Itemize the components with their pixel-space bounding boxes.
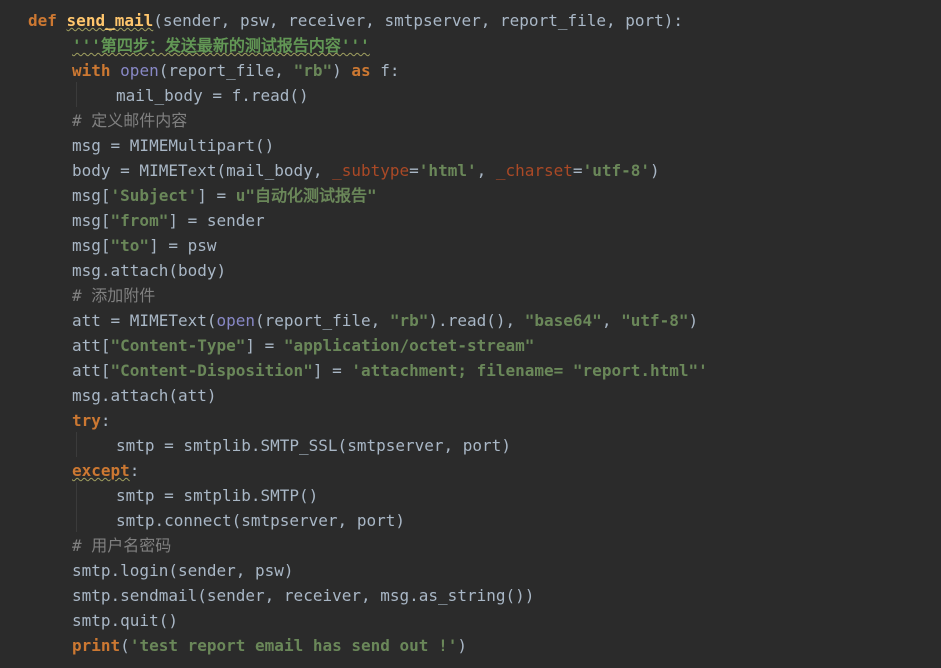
code-text: ,	[476, 161, 496, 180]
code-text: att[	[72, 336, 111, 355]
code-text: (report_file,	[158, 61, 294, 80]
code-line[interactable]: # 用户名密码	[0, 533, 941, 558]
code-text: )	[457, 636, 467, 655]
code-text: ] =	[197, 186, 236, 205]
code-line[interactable]: smtp.quit()	[0, 608, 941, 633]
code-line[interactable]: def send_mail(sender, psw, receiver, smt…	[0, 8, 941, 33]
code-line[interactable]: smtp.sendmail(sender, receiver, msg.as_s…	[0, 583, 941, 608]
code-line[interactable]: msg = MIMEMultipart()	[0, 133, 941, 158]
code-text: att[	[72, 361, 111, 380]
keyword-except: except	[72, 461, 130, 480]
string-literal: "base64"	[524, 311, 602, 330]
code-line[interactable]: msg["to"] = psw	[0, 233, 941, 258]
string-literal: "Content-Type"	[110, 336, 246, 355]
code-text: ).read(),	[428, 311, 525, 330]
comment: # 用户名密码	[72, 536, 172, 555]
builtin-open: open	[216, 311, 256, 330]
code-text: mail_body = f.read()	[116, 86, 309, 105]
code-line[interactable]: body = MIMEText(mail_body, _subtype='htm…	[0, 158, 941, 183]
code-text: body = MIMEText(mail_body,	[72, 161, 333, 180]
code-text: )	[650, 161, 660, 180]
code-line[interactable]: # 添加附件	[0, 283, 941, 308]
docstring: '''第四步：发送最新的测试报告内容'''	[72, 36, 370, 55]
keyword-print: print	[72, 636, 121, 655]
string-literal: "rb"	[293, 61, 333, 80]
code-text: smtp.quit()	[72, 611, 178, 630]
code-text: msg.attach(att)	[72, 386, 217, 405]
code-text: smtp.login(sender, psw)	[72, 561, 294, 580]
code-text: msg[	[72, 236, 111, 255]
string-literal: 'html'	[418, 161, 477, 180]
code-text: msg[	[72, 211, 111, 230]
code-line[interactable]: # 定义邮件内容	[0, 108, 941, 133]
code-text: (report_file,	[255, 311, 390, 330]
code-text: smtp = smtplib.SMTP_SSL(smtpserver, port…	[116, 436, 511, 455]
code-line[interactable]: '''第四步：发送最新的测试报告内容'''	[0, 33, 941, 58]
builtin-open: open	[120, 61, 159, 80]
comment: # 添加附件	[72, 286, 156, 305]
code-text: msg[	[72, 186, 111, 205]
string-literal: "to"	[110, 236, 150, 255]
code-line[interactable]: print('test report email has send out !'…	[0, 633, 941, 658]
code-text: =	[572, 161, 583, 180]
code-text: )	[688, 311, 699, 330]
code-line[interactable]: att = MIMEText(open(report_file, "rb").r…	[0, 308, 941, 333]
code-line[interactable]: msg.attach(att)	[0, 383, 941, 408]
code-text: ,	[601, 311, 622, 330]
keyword-as: as	[351, 61, 371, 80]
code-text: smtp.connect(smtpserver, port)	[116, 511, 405, 530]
string-literal: u"自动化测试报告"	[235, 186, 377, 205]
code-text: f:	[380, 61, 400, 80]
function-name: send_mail	[66, 11, 154, 30]
string-literal: 'utf-8'	[582, 161, 650, 180]
string-literal: "from"	[110, 211, 169, 230]
code-text: msg = MIMEMultipart()	[72, 136, 275, 155]
code-text: (	[120, 636, 130, 655]
string-literal: 'Subject'	[110, 186, 198, 205]
code-text: )	[332, 61, 342, 80]
code-line[interactable]: msg.attach(body)	[0, 258, 941, 283]
code-line[interactable]: except:	[0, 458, 941, 483]
function-params: (sender, psw, receiver, smtpserver, repo…	[153, 11, 684, 30]
code-line[interactable]: smtp = smtplib.SMTP_SSL(smtpserver, port…	[0, 433, 941, 458]
string-literal: 'test report email has send out !'	[129, 636, 458, 655]
code-line[interactable]: smtp.login(sender, psw)	[0, 558, 941, 583]
code-text: ] =	[312, 361, 352, 380]
code-text: att = MIMEText(	[72, 311, 217, 330]
keyword-try: try	[72, 411, 101, 430]
code-line[interactable]: att["Content-Type"] = "application/octet…	[0, 333, 941, 358]
string-literal: "Content-Disposition"	[110, 361, 313, 380]
code-line[interactable]: with open(report_file, "rb") as f:	[0, 58, 941, 83]
code-text: msg.attach(body)	[72, 261, 227, 280]
string-literal: "rb"	[389, 311, 429, 330]
keyword-with: with	[72, 61, 111, 80]
code-text: ] = sender	[168, 211, 265, 230]
comment: # 定义邮件内容	[72, 111, 188, 130]
code-line[interactable]: smtp.connect(smtpserver, port)	[0, 508, 941, 533]
string-literal: "application/octet-stream"	[283, 336, 535, 355]
code-text: ] =	[245, 336, 284, 355]
code-text: ] = psw	[149, 236, 217, 255]
code-text: smtp = smtplib.SMTP()	[116, 486, 319, 505]
keyword-argument: _charset	[495, 161, 573, 180]
keyword-def: def	[28, 11, 57, 30]
code-text: :	[129, 461, 140, 480]
code-line[interactable]: smtp = smtplib.SMTP()	[0, 483, 941, 508]
keyword-argument: _subtype	[332, 161, 410, 180]
code-editor[interactable]: def send_mail(sender, psw, receiver, smt…	[0, 0, 941, 668]
string-literal: "utf-8"	[621, 311, 689, 330]
code-line[interactable]: msg['Subject'] = u"自动化测试报告"	[0, 183, 941, 208]
code-text: :	[100, 411, 111, 430]
code-line[interactable]: att["Content-Disposition"] = 'attachment…	[0, 358, 941, 383]
code-text: =	[409, 161, 419, 180]
code-text: smtp.sendmail(sender, receiver, msg.as_s…	[72, 586, 535, 605]
code-line[interactable]: msg["from"] = sender	[0, 208, 941, 233]
code-line[interactable]: mail_body = f.read()	[0, 83, 941, 108]
code-line[interactable]: try:	[0, 408, 941, 433]
string-literal: 'attachment; filename= "report.html"'	[351, 361, 708, 380]
